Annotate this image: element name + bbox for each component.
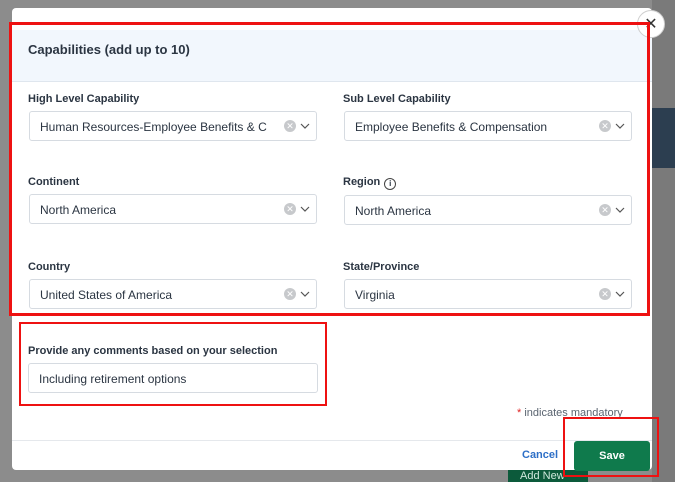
- chevron-down-icon[interactable]: [615, 203, 625, 217]
- footer-divider: [12, 440, 652, 441]
- state-province-label: State/Province: [343, 261, 420, 273]
- close-button[interactable]: ✕: [637, 10, 665, 38]
- save-button[interactable]: Save: [574, 441, 650, 471]
- background-page-strip: [652, 0, 675, 482]
- clear-icon[interactable]: ✕: [284, 203, 296, 215]
- country-label: Country: [28, 261, 71, 273]
- continent-select[interactable]: North America ✕: [29, 194, 317, 224]
- clear-icon[interactable]: ✕: [599, 120, 611, 132]
- region-label: Region i: [343, 176, 397, 190]
- clear-icon[interactable]: ✕: [284, 288, 296, 300]
- mandatory-note: * indicates mandatory: [517, 407, 623, 419]
- comments-input[interactable]: Including retirement options: [28, 363, 318, 393]
- select-value: Human Resources-Employee Benefits & C: [40, 120, 267, 134]
- select-value: Virginia: [355, 288, 395, 302]
- high-level-capability-select[interactable]: Human Resources-Employee Benefits & C ✕: [29, 111, 317, 141]
- comments-label: Provide any comments based on your selec…: [28, 345, 278, 357]
- select-value: United States of America: [40, 288, 173, 302]
- select-value: Employee Benefits & Compensation: [355, 120, 548, 134]
- country-select[interactable]: United States of America ✕: [29, 279, 317, 309]
- region-select[interactable]: North America ✕: [344, 195, 632, 225]
- comments-value: Including retirement options: [39, 372, 187, 386]
- capabilities-modal: Capabilities (add up to 10): [12, 8, 652, 470]
- clear-icon[interactable]: ✕: [599, 288, 611, 300]
- high-level-capability-label: High Level Capability: [28, 93, 140, 105]
- required-star: *: [517, 407, 522, 419]
- clear-icon[interactable]: ✕: [284, 120, 296, 132]
- close-icon: ✕: [644, 16, 658, 33]
- info-icon[interactable]: i: [384, 178, 397, 190]
- state-province-select[interactable]: Virginia ✕: [344, 279, 632, 309]
- mandatory-text: indicates mandatory: [524, 407, 623, 419]
- cancel-button[interactable]: Cancel: [522, 449, 558, 461]
- chevron-down-icon[interactable]: [615, 119, 625, 133]
- sub-level-capability-select[interactable]: Employee Benefits & Compensation ✕: [344, 111, 632, 141]
- modal-title: Capabilities (add up to 10): [28, 42, 190, 57]
- chevron-down-icon[interactable]: [300, 119, 310, 133]
- chevron-down-icon[interactable]: [615, 287, 625, 301]
- continent-label: Continent: [28, 176, 80, 188]
- background-header-strip: [652, 108, 675, 168]
- clear-icon[interactable]: ✕: [599, 204, 611, 216]
- chevron-down-icon[interactable]: [300, 287, 310, 301]
- region-label-text: Region: [343, 176, 381, 188]
- chevron-down-icon[interactable]: [300, 202, 310, 216]
- sub-level-capability-label: Sub Level Capability: [343, 93, 451, 105]
- select-value: North America: [40, 203, 117, 217]
- select-value: North America: [355, 204, 432, 218]
